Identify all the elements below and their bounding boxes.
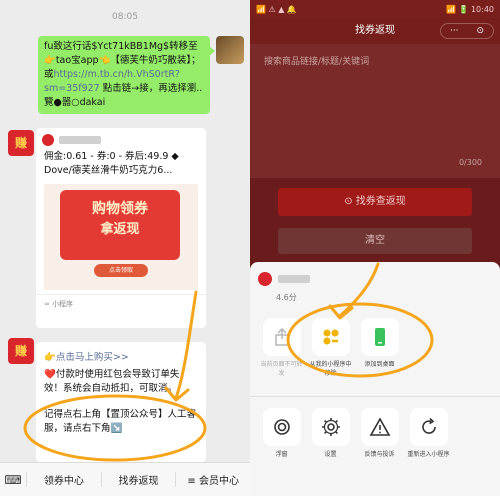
settings-action[interactable]: 设置 [307, 408, 354, 459]
search-placeholder: 搜索商品链接/标题/关键词 [264, 57, 370, 67]
card-header [36, 128, 206, 148]
action-label: 浮窗 [275, 451, 288, 458]
feedback-action[interactable]: 反馈与投诉 [356, 408, 403, 459]
add-to-desktop-action[interactable]: 添加到桌面 [356, 318, 403, 378]
product-text: 佣金:0.61 - 券:0 - 券后:49.9 ◆ Dove/德芙丝滑牛奶巧克力… [44, 151, 179, 176]
mini-program-footer: ∞ 小程序 [36, 294, 206, 313]
float-icon [262, 408, 301, 446]
mini-program-label: 小程序 [52, 300, 74, 308]
instruction-text-1: ❤️付款时使用红包会导致订单失效！系统会自动抵扣，可取消。 [44, 369, 180, 394]
search-button-label: 找券查返现 [355, 196, 406, 207]
mini-program-logo [42, 134, 54, 146]
share-message-bubble[interactable]: fu致这行话$Yct71kBB1Mg$转移至👉tao宝app👈【德芙牛奶巧散装】… [38, 36, 215, 114]
my-avatar[interactable] [216, 36, 244, 64]
action-label: 当前页面不可转发 [260, 361, 303, 377]
timestamp: 08:05 [112, 12, 138, 22]
mini-program-logo [258, 272, 272, 286]
keyboard-icon[interactable]: ⌨ [0, 473, 26, 487]
buy-now-link[interactable]: 👉点击马上购买>> [36, 346, 206, 366]
action-label: 反馈与投诉 [364, 451, 395, 458]
phone-icon [360, 318, 399, 356]
action-label: 重新进入小程序 [407, 451, 450, 458]
tab-coupon-center[interactable]: 领券中心 [26, 472, 101, 487]
promo-title: 购物领券 [92, 201, 148, 217]
clear-button[interactable]: 清空 [278, 228, 472, 254]
action-row-2: 浮窗 设置 反馈与投诉 重新进入小程序 [258, 408, 500, 459]
close-target-icon[interactable]: ⊙ [476, 18, 484, 44]
search-icon: ⊙ [344, 196, 356, 207]
refresh-icon [409, 408, 448, 446]
share-icon [262, 318, 301, 356]
more-icon[interactable]: ··· [450, 18, 459, 44]
promo-button[interactable]: 点击领取 [94, 264, 148, 277]
action-row-1: 当前页面不可转发 从我的小程序中移除 添加到桌面 [258, 318, 500, 378]
bot-avatar[interactable]: 赚 [8, 338, 34, 364]
chat-menu-bar: ⌨ 领券中心 找券返现 ≡ 会员中心 [0, 462, 250, 496]
action-label: 从我的小程序中移除 [309, 361, 352, 377]
float-window-action[interactable]: 浮窗 [258, 408, 305, 459]
instruction-text-2: 记得点右上角【置顶公众号】人工客服，请点右下角↘️ [44, 409, 197, 434]
page-title: 找券返现 [355, 25, 395, 36]
char-count: 0/300 [458, 158, 482, 167]
forward-action: 当前页面不可转发 [258, 318, 305, 378]
promo-image[interactable]: 购物领券 拿返现 点击领取 [44, 184, 198, 290]
capsule-menu[interactable]: ··· ⊙ [440, 23, 494, 39]
blurred-name [278, 275, 310, 283]
warning-icon [360, 408, 399, 446]
divider [250, 396, 500, 397]
instruction-card: 👉点击马上购买>> ❤️付款时使用红包会导致订单失效！系统会自动抵扣，可取消。 … [36, 342, 206, 462]
remove-from-my-programs-action[interactable]: 从我的小程序中移除 [307, 318, 354, 378]
promo-subtitle: 拿返现 [100, 222, 140, 237]
action-sheet: 4.6分 当前页面不可转发 从我的小程序中移除 添加到桌面 浮窗 设置 反馈与投… [250, 262, 500, 496]
action-label: 添加到桌面 [364, 361, 395, 368]
chat-pane: 08:05 fu致这行话$Yct71kBB1Mg$转移至👉tao宝app👈【德芙… [0, 0, 250, 496]
status-icons-right: 📶 🔋 10:40 [445, 4, 494, 14]
nav-bar: 找券返现 ··· ⊙ [250, 18, 500, 44]
gear-icon [311, 408, 350, 446]
tab-find-coupon[interactable]: 找券返现 [100, 472, 176, 487]
blurred-name [59, 136, 101, 144]
product-card[interactable]: 佣金:0.61 - 券:0 - 券后:49.9 ◆ Dove/德芙丝滑牛奶巧克力… [36, 128, 206, 328]
grid-icon [311, 318, 350, 356]
action-label: 设置 [324, 451, 337, 458]
rating: 4.6分 [276, 293, 297, 302]
mini-program-pane: 📶 ⚠ ▲ 🔔 📶 🔋 10:40 找券返现 ··· ⊙ 搜索商品链接/标题/关… [250, 0, 500, 496]
sheet-header [258, 272, 310, 286]
reenter-action[interactable]: 重新进入小程序 [405, 408, 452, 459]
search-button[interactable]: ⊙ 找券查返现 [278, 188, 472, 216]
status-bar: 📶 ⚠ ▲ 🔔 📶 🔋 10:40 [250, 0, 500, 18]
tab-member-center[interactable]: ≡ 会员中心 [175, 472, 250, 487]
link-icon: ∞ [44, 300, 53, 308]
bot-avatar[interactable]: 赚 [8, 130, 34, 156]
status-icons-left: 📶 ⚠ ▲ 🔔 [256, 4, 297, 14]
